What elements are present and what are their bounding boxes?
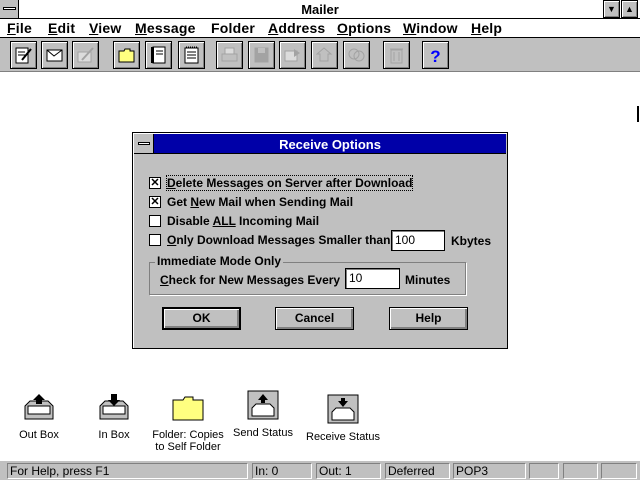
- copies-folder-item[interactable]: Folder: Copies to Self Folder: [148, 392, 228, 453]
- ok-button[interactable]: OK: [162, 307, 241, 330]
- menu-address[interactable]: Address: [268, 20, 325, 36]
- menu-file[interactable]: File: [7, 20, 32, 36]
- print-icon: [221, 47, 238, 62]
- get-new-mail-option[interactable]: ✕ Get New Mail when Sending Mail: [149, 194, 353, 210]
- print-button[interactable]: [216, 41, 243, 69]
- menu-options[interactable]: Options: [337, 20, 391, 36]
- send-status-icon: [247, 390, 279, 420]
- outbox-icon: [24, 394, 54, 420]
- check-interval-input[interactable]: 10: [345, 268, 400, 289]
- reply-all-icon: [348, 48, 365, 62]
- receive-status-item[interactable]: Receive Status: [303, 394, 383, 443]
- immediate-mode-group-title: Immediate Mode Only: [155, 254, 284, 268]
- minimize-button[interactable]: ▼: [603, 0, 620, 18]
- help-dialog-button[interactable]: Help: [389, 307, 468, 330]
- size-limit-label: Only Download Messages Smaller than: [167, 233, 391, 247]
- status-in-count: In: 0: [252, 463, 312, 479]
- send-status-item[interactable]: Send Status: [223, 390, 303, 439]
- address-book-button[interactable]: [145, 41, 172, 69]
- inbox-icon: [99, 394, 129, 420]
- receive-status-icon: [327, 394, 359, 424]
- size-limit-input[interactable]: 100: [391, 230, 445, 251]
- trash-icon: [390, 48, 403, 64]
- read-message-button[interactable]: [41, 41, 68, 69]
- folder-icon: [118, 48, 135, 63]
- delete-on-server-option[interactable]: ✕ Delete Messages on Server after Downlo…: [149, 175, 414, 191]
- reply-icon: [316, 47, 333, 62]
- reply-all-button[interactable]: [343, 41, 370, 69]
- disable-incoming-checkbox[interactable]: [149, 215, 161, 227]
- disable-incoming-option[interactable]: Disable ALL Incoming Mail: [149, 213, 319, 229]
- disable-incoming-label: Disable ALL Incoming Mail: [167, 214, 320, 228]
- get-new-mail-label: Get New Mail when Sending Mail: [167, 195, 354, 209]
- delete-on-server-label: Delete Messages on Server after Download: [165, 175, 414, 191]
- text-cursor: [637, 106, 639, 122]
- dialog-title: Receive Options: [279, 137, 381, 152]
- read-message-icon: [46, 49, 63, 62]
- book-icon: [151, 46, 166, 64]
- move-icon: [284, 49, 300, 62]
- help-icon: ?: [430, 47, 440, 64]
- inbox-label: In Box: [98, 429, 130, 441]
- status-out-count: Out: 1: [316, 463, 381, 479]
- delete-on-server-checkbox[interactable]: ✕: [149, 177, 161, 189]
- get-new-mail-checkbox[interactable]: ✕: [149, 196, 161, 208]
- forward-icon: [77, 47, 94, 63]
- dialog-title-bar: Receive Options: [134, 134, 506, 154]
- menu-help[interactable]: Help: [471, 20, 502, 36]
- folder-icon: [172, 396, 204, 421]
- menu-message[interactable]: Message: [135, 20, 196, 36]
- compose-icon: [15, 47, 32, 64]
- compose-button[interactable]: [10, 41, 37, 69]
- maximize-button[interactable]: ▲: [621, 0, 638, 18]
- dialog-system-menu-button[interactable]: [134, 134, 154, 153]
- outbox-label: Out Box: [19, 429, 59, 441]
- notepad-button[interactable]: [178, 41, 205, 69]
- status-bar: For Help, press F1 In: 0 Out: 1 Deferred…: [0, 460, 640, 480]
- save-button[interactable]: [248, 41, 275, 69]
- status-help-text: For Help, press F1: [7, 463, 248, 479]
- status-empty-cell: [563, 463, 598, 479]
- menu-window[interactable]: Window: [403, 20, 458, 36]
- help-button[interactable]: ?: [422, 41, 449, 69]
- cancel-button[interactable]: Cancel: [275, 307, 354, 330]
- status-protocol: POP3: [453, 463, 526, 479]
- menu-view[interactable]: View: [89, 20, 121, 36]
- menu-edit[interactable]: Edit: [48, 20, 75, 36]
- send-status-label: Send Status: [233, 427, 293, 439]
- check-interval-label: Check for New Messages Every: [160, 273, 341, 287]
- save-icon: [254, 47, 269, 63]
- menu-folder[interactable]: Folder: [211, 20, 255, 36]
- size-limit-checkbox[interactable]: [149, 234, 161, 246]
- move-button[interactable]: [279, 41, 306, 69]
- minutes-unit-label: Minutes: [405, 273, 451, 287]
- menu-bar: File Edit View Message Folder Address Op…: [0, 19, 640, 38]
- receive-options-dialog: Receive Options ✕ Delete Messages on Ser…: [132, 132, 508, 349]
- receive-status-label: Receive Status: [306, 431, 380, 443]
- reply-button[interactable]: [311, 41, 338, 69]
- copies-folder-label: Folder: Copies to Self Folder: [152, 429, 224, 453]
- size-unit-label: Kbytes: [451, 234, 492, 248]
- window-title: Mailer: [301, 2, 339, 17]
- title-bar: Mailer ▼ ▲: [0, 0, 640, 19]
- folder-button[interactable]: [113, 41, 140, 69]
- forward-button[interactable]: [72, 41, 99, 69]
- outbox-item[interactable]: Out Box: [0, 392, 79, 441]
- status-empty-cell: [529, 463, 559, 479]
- svg-text:?: ?: [430, 47, 440, 64]
- delete-button[interactable]: [383, 41, 410, 69]
- status-empty-cell: [601, 463, 637, 479]
- size-limit-option[interactable]: Only Download Messages Smaller than: [149, 232, 390, 248]
- toolbar: ?: [0, 38, 640, 72]
- inbox-item[interactable]: In Box: [74, 392, 154, 441]
- status-mode: Deferred: [385, 463, 450, 479]
- notepad-icon: [184, 46, 199, 64]
